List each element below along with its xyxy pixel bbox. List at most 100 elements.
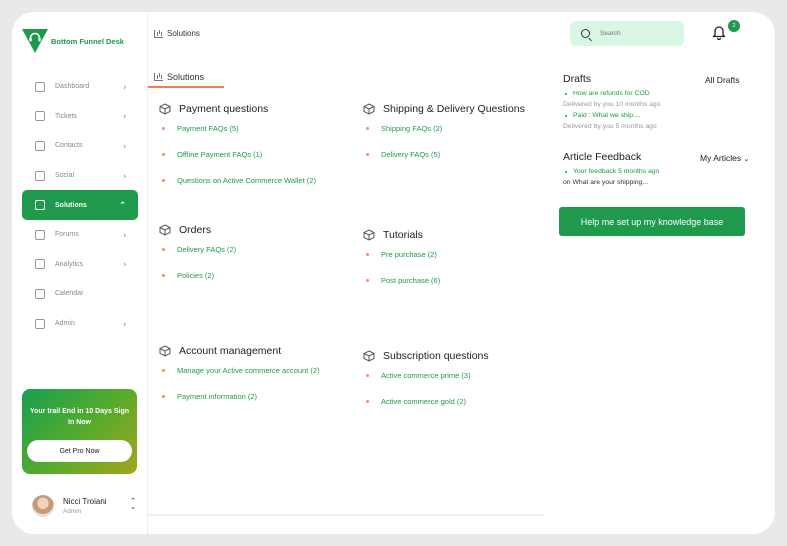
- sidebar-item-tickets[interactable]: Tickets ›: [22, 102, 138, 132]
- sidebar-item-label: Solutions: [55, 201, 87, 209]
- sidebar-item-solutions[interactable]: Solutions ⌃: [22, 190, 138, 220]
- category-header[interactable]: Payment questions: [159, 103, 316, 115]
- sidebar-item-calendar[interactable]: Calendar: [22, 279, 138, 309]
- sidebar-item-dashboard[interactable]: Dashboard ›: [22, 72, 138, 102]
- solutions-icon: [154, 73, 163, 81]
- box-icon: [363, 229, 375, 241]
- list-item[interactable]: Active commerce gold (2): [363, 397, 489, 423]
- analytics-icon: [35, 259, 45, 270]
- drafts-title: Drafts: [563, 73, 592, 85]
- sidebar-item-label: Admin: [55, 320, 75, 328]
- sidebar-item-forums[interactable]: Forums ›: [22, 220, 138, 250]
- category-shipping-delivery: Shipping & Delivery Questions Shipping F…: [363, 103, 525, 176]
- chevron-right-icon: ›: [123, 319, 126, 329]
- list-item[interactable]: Post purchase (6): [363, 276, 440, 302]
- chevron-down-icon: ⌄: [743, 156, 750, 163]
- sidebar-item-label: Calendar: [55, 290, 84, 298]
- breadcrumb: Solutions: [154, 29, 200, 38]
- category-tutorials: Tutorials Pre purchase (2) Post purchase…: [363, 229, 440, 302]
- forums-icon: [35, 229, 45, 240]
- solutions-icon: [154, 29, 163, 38]
- category-subscription-questions: Subscription questions Active commerce p…: [363, 350, 489, 423]
- list-item[interactable]: Shipping FAQs (2): [363, 124, 525, 150]
- list-item[interactable]: Payment FAQs (5): [159, 124, 316, 150]
- calendar-icon: [35, 288, 45, 299]
- get-pro-button[interactable]: Get Pro Now: [27, 440, 132, 462]
- search-box[interactable]: [570, 21, 684, 46]
- draft-item[interactable]: How are refunds for COD: [563, 90, 650, 97]
- brand-logo[interactable]: Bottom Funnel Desk: [22, 28, 124, 54]
- trial-promo-text: Your trail End in 10 Days Sign In Now: [29, 408, 130, 426]
- social-icon: [35, 170, 45, 181]
- category-header[interactable]: Account management: [159, 345, 320, 357]
- sidebar-item-label: Contacts: [55, 142, 83, 150]
- category-orders: Orders Delivery FAQs (2) Policies (2): [159, 224, 236, 297]
- my-articles-dropdown[interactable]: My Articles ⌄: [700, 153, 749, 163]
- box-icon: [363, 103, 375, 115]
- feedback-item[interactable]: Your feedback 5 months ago: [563, 168, 659, 175]
- category-header[interactable]: Orders: [159, 224, 236, 236]
- tab-solutions[interactable]: Solutions: [148, 68, 224, 88]
- category-title: Shipping & Delivery Questions: [383, 103, 525, 115]
- category-title: Subscription questions: [383, 350, 489, 362]
- category-account-management: Account management Manage your Active co…: [159, 345, 320, 418]
- ticket-icon: [35, 111, 45, 122]
- user-role: Admin: [63, 508, 82, 515]
- dashboard-icon: [35, 81, 45, 92]
- avatar: [32, 495, 54, 517]
- tab-bar: Solutions: [148, 68, 543, 88]
- sidebar-nav: Dashboard › Tickets › Contacts › Social …: [22, 72, 138, 338]
- list-item[interactable]: Offline Payment FAQs (1): [159, 150, 316, 176]
- chevron-right-icon: ›: [123, 230, 126, 240]
- category-title: Orders: [179, 224, 212, 236]
- chevron-up-icon: ⌃: [119, 200, 126, 210]
- chevron-right-icon: ›: [123, 141, 126, 151]
- chevron-right-icon: ›: [123, 259, 126, 269]
- search-icon: [581, 29, 590, 38]
- sidebar-item-analytics[interactable]: Analytics ›: [22, 250, 138, 280]
- list-item[interactable]: Manage your Active commerce account (2): [159, 366, 320, 392]
- category-header[interactable]: Tutorials: [363, 229, 440, 241]
- list-item[interactable]: Delivery FAQs (5): [363, 150, 525, 176]
- chevron-up-down-icon[interactable]: ⌃ ⌄: [130, 498, 136, 511]
- category-header[interactable]: Shipping & Delivery Questions: [363, 103, 525, 115]
- list-item[interactable]: Active commerce prime (3): [363, 371, 489, 397]
- box-icon: [159, 345, 171, 357]
- sidebar-item-label: Analytics: [55, 260, 84, 268]
- category-title: Account management: [179, 345, 282, 357]
- chevron-right-icon: ›: [123, 82, 126, 92]
- brand-logo-icon: [22, 29, 48, 53]
- lock-icon: [35, 318, 45, 329]
- all-drafts-link[interactable]: All Drafts: [705, 75, 739, 85]
- list-item[interactable]: Pre purchase (2): [363, 250, 440, 276]
- app-window: Bottom Funnel Desk Dashboard › Tickets ›…: [12, 12, 775, 534]
- divider: [148, 514, 543, 516]
- category-header[interactable]: Subscription questions: [363, 350, 489, 362]
- category-title: Payment questions: [179, 103, 269, 115]
- sidebar-item-admin[interactable]: Admin ›: [22, 309, 138, 339]
- article-feedback-title: Article Feedback: [563, 151, 642, 163]
- box-icon: [363, 350, 375, 362]
- sidebar-item-contacts[interactable]: Contacts ›: [22, 131, 138, 161]
- list-item[interactable]: Payment information (2): [159, 392, 320, 418]
- setup-knowledge-base-button[interactable]: Help me set up my knowledge base: [559, 207, 745, 236]
- chevron-right-icon: ›: [123, 111, 126, 121]
- bell-icon[interactable]: [712, 24, 726, 40]
- list-item[interactable]: Policies (2): [159, 271, 236, 297]
- my-articles-label: My Articles: [700, 153, 742, 163]
- brand-name: Bottom Funnel Desk: [51, 36, 124, 46]
- search-input[interactable]: [600, 30, 670, 37]
- chevron-right-icon: ›: [123, 171, 126, 181]
- draft-meta: Delivered by you 5 months ago: [563, 123, 657, 130]
- user-profile[interactable]: Nicci Troiani Admin ⌃ ⌄: [32, 495, 136, 517]
- sidebar-item-label: Tickets: [55, 112, 77, 120]
- list-item[interactable]: Questions on Active Commerce Wallet (2): [159, 176, 316, 202]
- sidebar-item-social[interactable]: Social ›: [22, 161, 138, 191]
- box-icon: [159, 103, 171, 115]
- contacts-icon: [35, 140, 45, 151]
- list-item[interactable]: Delivery FAQs (2): [159, 245, 236, 271]
- sidebar-item-label: Forums: [55, 231, 79, 239]
- draft-item[interactable]: Paid : What we ship....: [563, 112, 641, 119]
- user-name: Nicci Troiani: [63, 497, 107, 506]
- page-title: Solutions: [167, 29, 200, 38]
